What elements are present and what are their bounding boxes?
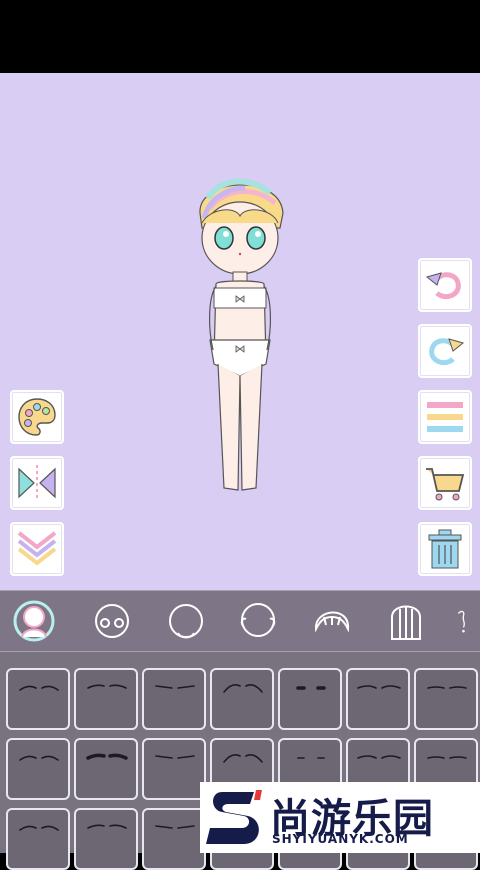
flip-button[interactable]: [10, 456, 64, 510]
eyebrow-shape: [155, 825, 195, 829]
eyebrow-option[interactable]: [142, 668, 206, 730]
eyebrow-option[interactable]: [6, 808, 70, 870]
category-body[interactable]: [10, 599, 58, 643]
eyebrow-option[interactable]: [346, 668, 410, 730]
category-head-outline[interactable]: [234, 599, 282, 643]
category-front-hair[interactable]: [308, 599, 356, 643]
face-category-icon: [95, 604, 129, 638]
trash-icon: [428, 529, 462, 569]
eyebrow-shape: [87, 684, 127, 689]
category-back-hair[interactable]: [382, 599, 430, 643]
category-bar: [0, 590, 480, 652]
category-face[interactable]: [88, 599, 136, 643]
status-bar: [0, 0, 480, 73]
back-hair-category-icon: [391, 605, 421, 640]
redo-icon: [429, 338, 465, 366]
palette-icon: [18, 398, 56, 436]
body-category-icon: [13, 600, 55, 642]
head-category-icon: [169, 604, 203, 639]
eyebrow-option[interactable]: [6, 668, 70, 730]
eyebrow-shape: [87, 824, 127, 829]
eyebrow-shape: [427, 686, 467, 689]
front-hair-category-icon: [314, 611, 350, 633]
eyebrow-option[interactable]: [74, 738, 138, 800]
layers-icon: [427, 402, 463, 432]
collapse-button[interactable]: [10, 522, 64, 576]
eyebrow-option[interactable]: [210, 668, 274, 730]
undo-icon: [425, 272, 461, 300]
eyebrow-option[interactable]: [74, 668, 138, 730]
eyebrow-shape: [86, 753, 128, 760]
eyebrow-shape: [223, 684, 263, 693]
eyebrow-option[interactable]: [142, 808, 206, 870]
eyebrow-shape: [155, 685, 195, 689]
watermark-url: SHYIYUANYK.COM: [272, 832, 409, 846]
eyebrow-shape: [357, 685, 401, 689]
eyebrow-shape: [19, 755, 59, 761]
eyebrow-option[interactable]: [278, 668, 342, 730]
site-logo: [206, 790, 262, 844]
watermark: 尚游乐园 SHYIYUANYK.COM: [200, 782, 480, 853]
character-avatar: [199, 178, 284, 491]
undo-button[interactable]: [418, 258, 472, 312]
eyebrow-shape: [19, 825, 59, 831]
shop-button[interactable]: [418, 456, 472, 510]
eyebrow-shape: [296, 686, 326, 690]
eyebrow-shape: [19, 685, 59, 691]
eyebrow-option[interactable]: [6, 738, 70, 800]
eyebrow-option[interactable]: [142, 738, 206, 800]
flip-icon: [18, 465, 56, 501]
eyebrow-option[interactable]: [414, 668, 478, 730]
collapse-chevron-icon: [17, 531, 57, 566]
head-outline-category-icon: [240, 603, 276, 637]
category-head[interactable]: [162, 599, 210, 643]
category-more[interactable]: [452, 599, 480, 643]
layers-button[interactable]: [418, 390, 472, 444]
trash-button[interactable]: [418, 522, 472, 576]
eyebrow-option[interactable]: [74, 808, 138, 870]
eyebrow-shape: [155, 755, 195, 759]
more-category-icon: [457, 610, 465, 633]
palette-button[interactable]: [10, 390, 64, 444]
cart-icon: [426, 468, 465, 501]
redo-button[interactable]: [418, 324, 472, 378]
